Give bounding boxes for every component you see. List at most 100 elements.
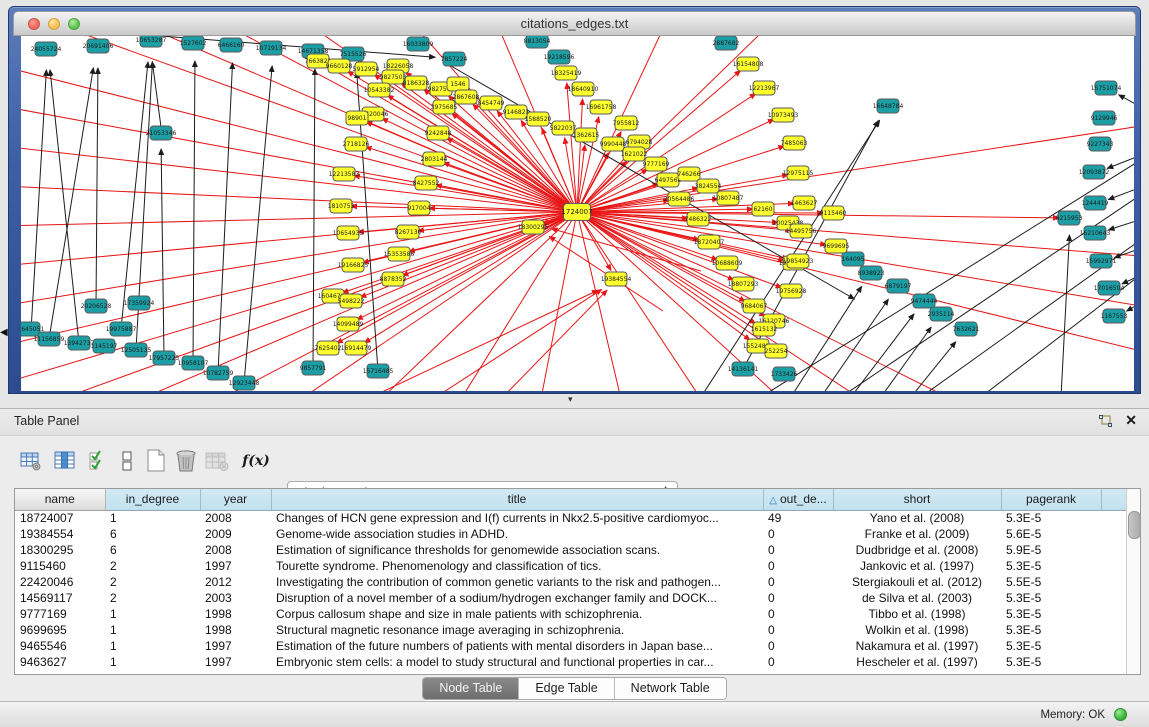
column-header-in_degree[interactable]: in_degree [105,489,200,510]
column-header-short[interactable]: short [833,489,1001,510]
memory-status-indicator[interactable] [1114,708,1127,721]
cell-filler [1101,606,1126,622]
node-label: 16914479 [341,345,372,352]
cell-filler [1101,542,1126,558]
column-select-icon[interactable] [51,447,79,475]
node-label: 9115460 [820,210,847,217]
cell: 2 [105,590,200,606]
window-titlebar[interactable]: citations_edges.txt [13,11,1136,36]
cell: 9463627 [15,654,105,670]
column-header-title[interactable]: title [271,489,763,510]
network-canvas[interactable]: 2405572420691406106532871527602646616010… [21,36,1134,391]
node-label: 12923448 [229,380,260,387]
select-all-check-icon[interactable] [84,447,112,475]
node-label: 3824554 [695,183,722,190]
node-label: 1621022 [621,151,648,158]
row-height-icon[interactable] [113,447,141,475]
node-label: 21053346 [146,130,177,137]
node-label: 6466160 [218,42,245,49]
node-label: 9242848 [425,130,452,137]
tab-node-table[interactable]: Node Table [423,678,519,699]
cell: 5.6E-5 [1001,526,1101,542]
node-label: 8427552 [413,180,440,187]
node-label: 12505135 [121,347,152,354]
table-row[interactable]: 1872400712008Changes of HCN gene express… [15,510,1126,526]
cell: 0 [763,590,833,606]
node-label: 10782759 [203,370,234,377]
scrollbar-thumb[interactable] [1128,511,1141,539]
node-label: 5822037 [550,125,577,132]
table-row[interactable]: 911546021997Tourette syndrome. Phenomeno… [15,558,1126,574]
column-header-year[interactable]: year [200,489,271,510]
table-toolbar: f(x) citations_edges.txt ▲▼ [0,439,1149,485]
collapse-panel-icon[interactable]: ◀ [0,327,8,338]
cell: 14569117 [15,590,105,606]
delete-table-icon[interactable] [172,447,200,475]
table-row[interactable]: 1456911722003Disruption of a novel membe… [15,590,1126,606]
cell: 1998 [200,622,271,638]
column-header-name[interactable]: name [15,489,105,510]
cell: 1997 [200,558,271,574]
node-label: 18640910 [568,86,599,93]
cell: Embryonic stem cells: a model to study s… [271,654,763,670]
node-label: 917004 [408,205,431,212]
cell: 2012 [200,574,271,590]
table-vertical-scrollbar[interactable] [1126,489,1140,674]
cell: Hescheler et al. (1997) [833,654,1001,670]
network-view-window[interactable]: citations_edges.txt 24055724206914061065… [8,6,1141,394]
node-label: 2718126 [343,141,370,148]
table-row[interactable]: 969969511998Structural magnetic resonanc… [15,622,1126,638]
tab-edge-table[interactable]: Edge Table [519,678,614,699]
cell: 49 [763,510,833,526]
cell: Disruption of a novel member of a sodium… [271,590,763,606]
table-row[interactable]: 946362711997Embryonic stem cells: a mode… [15,654,1126,670]
cell: 2008 [200,510,271,526]
function-builder-icon[interactable]: f(x) [242,447,270,475]
cell-filler [1101,558,1126,574]
cell: Genome-wide association studies in ADHD. [271,526,763,542]
cell: 9777169 [15,606,105,622]
node-label: 10807487 [713,195,744,202]
column-header-pagerank[interactable]: pagerank [1001,489,1101,510]
node-label: 10688609 [712,260,743,267]
node-label: 3975685 [431,104,458,111]
node-label: 10543382 [364,87,395,94]
cell: Yano et al. (2008) [833,510,1001,526]
cell: 5.3E-5 [1001,590,1101,606]
tab-network-table[interactable]: Network Table [615,678,726,699]
node-label: 10958107 [178,360,209,367]
node-label: 252254 [765,348,788,355]
node-label: 7857224 [441,56,468,63]
table-row[interactable]: 1938455462009Genome-wide association stu… [15,526,1126,542]
node-label: 16154808 [733,61,764,68]
float-panel-icon[interactable] [1098,414,1113,429]
table-header-row: namein_degreeyeartitle△out_de...shortpag… [15,489,1126,510]
splitter-handle-icon[interactable]: ▾ [568,394,573,405]
node-label: 9227343 [1087,141,1114,148]
node-label: 1362615 [573,132,600,139]
cell: 19384554 [15,526,105,542]
cell: 1997 [200,638,271,654]
cell: 0 [763,542,833,558]
cell-filler [1101,638,1126,654]
node-label: 12975115 [783,170,814,177]
node-label: 6497568 [655,177,682,184]
table-row[interactable]: 977716911998Corpus callosum shape and si… [15,606,1126,622]
column-header-out_de[interactable]: △out_de... [763,489,833,510]
table-row[interactable]: 2242004622012Investigating the contribut… [15,574,1126,590]
node-label: 1733426 [771,371,798,378]
table-settings-icon[interactable] [17,447,45,475]
node-label: 16210643 [1080,230,1111,237]
node-label: 9777169 [643,161,670,168]
table-row[interactable]: 946554611997Estimation of the future num… [15,638,1126,654]
node-label: 7515526 [340,51,367,58]
cell: Nakamura et al. (1997) [833,638,1001,654]
table-row[interactable]: 1830029562008Estimation of significance … [15,542,1126,558]
node-label: 1810753 [328,203,355,210]
cell: 2009 [200,526,271,542]
cell: 1 [105,638,200,654]
close-panel-icon[interactable]: ✕ [1125,412,1137,429]
new-table-icon[interactable] [142,447,170,475]
cell: Franke et al. (2009) [833,526,1001,542]
node-label: 98901 [347,115,366,122]
